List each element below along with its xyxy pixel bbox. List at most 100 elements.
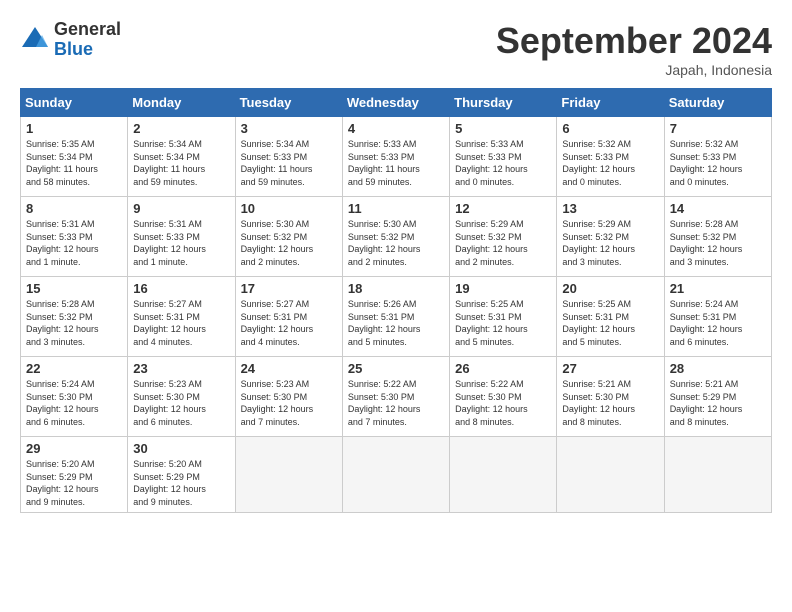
day-info: Sunrise: 5:27 AM Sunset: 5:31 PM Dayligh… xyxy=(241,298,337,348)
header-cell-sunday: Sunday xyxy=(21,89,128,117)
day-cell: 18 Sunrise: 5:26 AM Sunset: 5:31 PM Dayli… xyxy=(342,277,449,357)
day-cell: 22 Sunrise: 5:24 AM Sunset: 5:30 PM Dayli… xyxy=(21,357,128,437)
day-info: Sunrise: 5:30 AM Sunset: 5:32 PM Dayligh… xyxy=(348,218,444,268)
week-row-4: 22 Sunrise: 5:24 AM Sunset: 5:30 PM Dayli… xyxy=(21,357,772,437)
header-cell-friday: Friday xyxy=(557,89,664,117)
day-number: 3 xyxy=(241,121,337,136)
week-row-3: 15 Sunrise: 5:28 AM Sunset: 5:32 PM Dayli… xyxy=(21,277,772,357)
day-cell xyxy=(557,437,664,513)
day-info: Sunrise: 5:30 AM Sunset: 5:32 PM Dayligh… xyxy=(241,218,337,268)
day-number: 20 xyxy=(562,281,658,296)
calendar-table: SundayMondayTuesdayWednesdayThursdayFrid… xyxy=(20,88,772,513)
day-cell: 8 Sunrise: 5:31 AM Sunset: 5:33 PM Daylig… xyxy=(21,197,128,277)
day-cell: 5Sunrise: 5:33 AM Sunset: 5:33 PM Daylig… xyxy=(450,117,557,197)
day-number: 8 xyxy=(26,201,122,216)
day-cell: 26Sunrise: 5:22 AM Sunset: 5:30 PM Dayli… xyxy=(450,357,557,437)
day-cell xyxy=(235,437,342,513)
day-cell: 2Sunrise: 5:34 AM Sunset: 5:34 PM Daylig… xyxy=(128,117,235,197)
day-cell: 10 Sunrise: 5:30 AM Sunset: 5:32 PM Dayli… xyxy=(235,197,342,277)
day-number: 21 xyxy=(670,281,766,296)
day-info: Sunrise: 5:26 AM Sunset: 5:31 PM Dayligh… xyxy=(348,298,444,348)
day-cell: 20 Sunrise: 5:25 AM Sunset: 5:31 PM Dayli… xyxy=(557,277,664,357)
day-number: 5 xyxy=(455,121,551,136)
day-cell: 14 Sunrise: 5:28 AM Sunset: 5:32 PM Dayli… xyxy=(664,197,771,277)
day-cell: 19 Sunrise: 5:25 AM Sunset: 5:31 PM Dayli… xyxy=(450,277,557,357)
day-number: 14 xyxy=(670,201,766,216)
day-number: 18 xyxy=(348,281,444,296)
day-number: 1 xyxy=(26,121,122,136)
calendar-header: SundayMondayTuesdayWednesdayThursdayFrid… xyxy=(21,89,772,117)
logo-blue-text: Blue xyxy=(54,40,121,60)
day-cell: 29Sunrise: 5:20 AM Sunset: 5:29 PM Dayli… xyxy=(21,437,128,513)
header-cell-tuesday: Tuesday xyxy=(235,89,342,117)
logo-text: General Blue xyxy=(54,20,121,60)
header-row: SundayMondayTuesdayWednesdayThursdayFrid… xyxy=(21,89,772,117)
logo-icon xyxy=(20,25,50,55)
day-info: Sunrise: 5:35 AM Sunset: 5:34 PM Dayligh… xyxy=(26,138,122,188)
day-cell: 11 Sunrise: 5:30 AM Sunset: 5:32 PM Dayli… xyxy=(342,197,449,277)
day-info: Sunrise: 5:33 AM Sunset: 5:33 PM Dayligh… xyxy=(348,138,444,188)
day-info: Sunrise: 5:25 AM Sunset: 5:31 PM Dayligh… xyxy=(455,298,551,348)
day-info: Sunrise: 5:34 AM Sunset: 5:33 PM Dayligh… xyxy=(241,138,337,188)
day-number: 22 xyxy=(26,361,122,376)
day-cell: 6Sunrise: 5:32 AM Sunset: 5:33 PM Daylig… xyxy=(557,117,664,197)
header-cell-wednesday: Wednesday xyxy=(342,89,449,117)
month-title: September 2024 xyxy=(496,20,772,62)
day-info: Sunrise: 5:31 AM Sunset: 5:33 PM Dayligh… xyxy=(26,218,122,268)
day-info: Sunrise: 5:25 AM Sunset: 5:31 PM Dayligh… xyxy=(562,298,658,348)
subtitle: Japah, Indonesia xyxy=(496,62,772,78)
day-info: Sunrise: 5:32 AM Sunset: 5:33 PM Dayligh… xyxy=(670,138,766,188)
day-number: 4 xyxy=(348,121,444,136)
day-cell: 30 Sunrise: 5:20 AM Sunset: 5:29 PM Dayli… xyxy=(128,437,235,513)
day-info: Sunrise: 5:24 AM Sunset: 5:31 PM Dayligh… xyxy=(670,298,766,348)
day-number: 27 xyxy=(562,361,658,376)
day-number: 7 xyxy=(670,121,766,136)
day-number: 24 xyxy=(241,361,337,376)
day-info: Sunrise: 5:21 AM Sunset: 5:30 PM Dayligh… xyxy=(562,378,658,428)
day-number: 26 xyxy=(455,361,551,376)
day-number: 6 xyxy=(562,121,658,136)
day-info: Sunrise: 5:21 AM Sunset: 5:29 PM Dayligh… xyxy=(670,378,766,428)
day-cell: 12 Sunrise: 5:29 AM Sunset: 5:32 PM Dayli… xyxy=(450,197,557,277)
header-cell-saturday: Saturday xyxy=(664,89,771,117)
header-cell-monday: Monday xyxy=(128,89,235,117)
day-number: 23 xyxy=(133,361,229,376)
calendar-body: 1 Sunrise: 5:35 AM Sunset: 5:34 PM Daylig… xyxy=(21,117,772,513)
day-number: 12 xyxy=(455,201,551,216)
day-number: 15 xyxy=(26,281,122,296)
day-cell: 21 Sunrise: 5:24 AM Sunset: 5:31 PM Dayli… xyxy=(664,277,771,357)
day-cell: 4 Sunrise: 5:33 AM Sunset: 5:33 PM Daylig… xyxy=(342,117,449,197)
day-number: 30 xyxy=(133,441,229,456)
week-row-2: 8 Sunrise: 5:31 AM Sunset: 5:33 PM Daylig… xyxy=(21,197,772,277)
week-row-5: 29Sunrise: 5:20 AM Sunset: 5:29 PM Dayli… xyxy=(21,437,772,513)
day-number: 13 xyxy=(562,201,658,216)
day-info: Sunrise: 5:28 AM Sunset: 5:32 PM Dayligh… xyxy=(670,218,766,268)
day-cell: 1 Sunrise: 5:35 AM Sunset: 5:34 PM Daylig… xyxy=(21,117,128,197)
day-cell xyxy=(450,437,557,513)
header-cell-thursday: Thursday xyxy=(450,89,557,117)
day-number: 28 xyxy=(670,361,766,376)
day-cell xyxy=(664,437,771,513)
day-info: Sunrise: 5:23 AM Sunset: 5:30 PM Dayligh… xyxy=(241,378,337,428)
day-info: Sunrise: 5:29 AM Sunset: 5:32 PM Dayligh… xyxy=(455,218,551,268)
day-number: 10 xyxy=(241,201,337,216)
logo: General Blue xyxy=(20,20,121,60)
day-info: Sunrise: 5:34 AM Sunset: 5:34 PM Dayligh… xyxy=(133,138,229,188)
title-area: September 2024 Japah, Indonesia xyxy=(496,20,772,78)
day-cell: 17 Sunrise: 5:27 AM Sunset: 5:31 PM Dayli… xyxy=(235,277,342,357)
day-cell: 28 Sunrise: 5:21 AM Sunset: 5:29 PM Dayli… xyxy=(664,357,771,437)
day-number: 9 xyxy=(133,201,229,216)
day-info: Sunrise: 5:24 AM Sunset: 5:30 PM Dayligh… xyxy=(26,378,122,428)
day-number: 19 xyxy=(455,281,551,296)
day-number: 11 xyxy=(348,201,444,216)
day-number: 25 xyxy=(348,361,444,376)
day-info: Sunrise: 5:20 AM Sunset: 5:29 PM Dayligh… xyxy=(133,458,229,508)
day-cell: 7 Sunrise: 5:32 AM Sunset: 5:33 PM Daylig… xyxy=(664,117,771,197)
day-cell: 24 Sunrise: 5:23 AM Sunset: 5:30 PM Dayli… xyxy=(235,357,342,437)
day-info: Sunrise: 5:28 AM Sunset: 5:32 PM Dayligh… xyxy=(26,298,122,348)
day-info: Sunrise: 5:29 AM Sunset: 5:32 PM Dayligh… xyxy=(562,218,658,268)
day-info: Sunrise: 5:23 AM Sunset: 5:30 PM Dayligh… xyxy=(133,378,229,428)
day-number: 17 xyxy=(241,281,337,296)
day-number: 16 xyxy=(133,281,229,296)
day-cell: 15 Sunrise: 5:28 AM Sunset: 5:32 PM Dayli… xyxy=(21,277,128,357)
